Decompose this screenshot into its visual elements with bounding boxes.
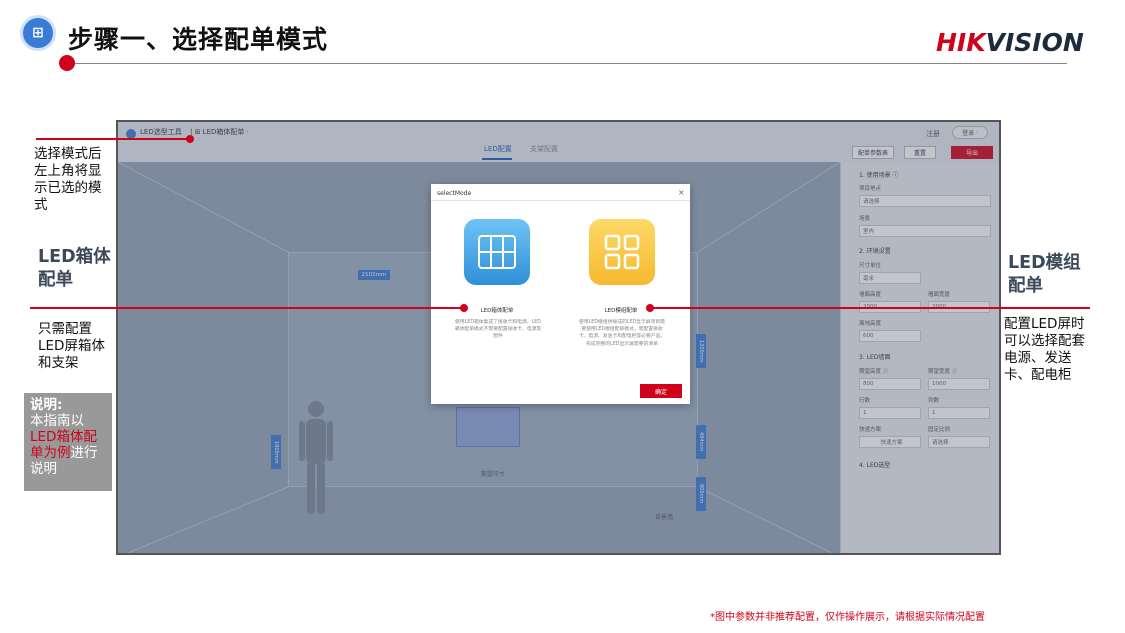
cabinet-annotation-title: LED箱体配单 [38,247,111,290]
brand-hik: HIK [936,28,986,57]
brand-vision: VISION [985,28,1084,57]
guide-logo-icon: ⊞ [20,15,56,51]
mode-callout-dot [186,135,194,143]
mode-annotation: 选择模式后左上角将显示已选的模式 [34,146,102,213]
dialog-title: selectMode [437,190,472,197]
cabinet-grid-icon [478,235,516,269]
module-grid-icon [604,234,640,270]
header-dot [59,55,75,71]
confirm-button[interactable]: 确定 [640,384,682,398]
header-divider [75,63,1067,64]
cabinet-mode-description: 使用LED箱体集成了接收卡和电源，LED箱体配单模式不需要配置接收卡、电源等配件 [454,320,542,340]
select-mode-dialog: selectMode × LED箱体配单 LED模组配单 使用LED箱体集成了接… [431,184,690,404]
hikvision-logo: HIKVISION [936,28,1084,57]
footnote: *图中参数并非推荐配置，仅作操作展示，请根据实际情况配置 [710,612,985,623]
module-annotation-note: 配置LED屏时可以选择配套电源、发送卡、配电柜 [1004,316,1085,383]
explanation-heading: 说明: [30,397,63,413]
cabinet-mode-card[interactable] [464,219,530,285]
mode-callout-line [36,138,190,140]
module-callout-dot [646,304,654,312]
app-screenshot: LED选型工具 | ⊞ LED箱体配单 · LED配置 支架配置 注册 登录 ·… [116,120,1001,555]
cabinet-mode-label[interactable]: LED箱体配单 [461,306,533,314]
module-mode-description: 使用LED模组拼接成的LED显示屏项目需要使用LED模组配单模式，需配置接收卡、… [578,320,666,347]
cabinet-annotation-note: 只需配置LED屏箱体和支架 [38,321,105,371]
dialog-divider [431,200,690,201]
slide-title: 步骤一、选择配单模式 [68,25,329,54]
cabinet-callout-line [30,307,464,309]
cabinet-callout-dot [460,304,468,312]
module-annotation-title: LED模组配单 [1008,253,1081,296]
explanation-text-1: 本指南以 [30,413,84,429]
close-icon[interactable]: × [678,188,685,197]
explanation-body: 本指南以LED箱体配单为例进行说明 [30,413,106,477]
module-mode-card[interactable] [589,219,655,285]
explanation-box: 说明: 本指南以LED箱体配单为例进行说明 [24,393,112,491]
module-callout-line [650,307,1090,309]
